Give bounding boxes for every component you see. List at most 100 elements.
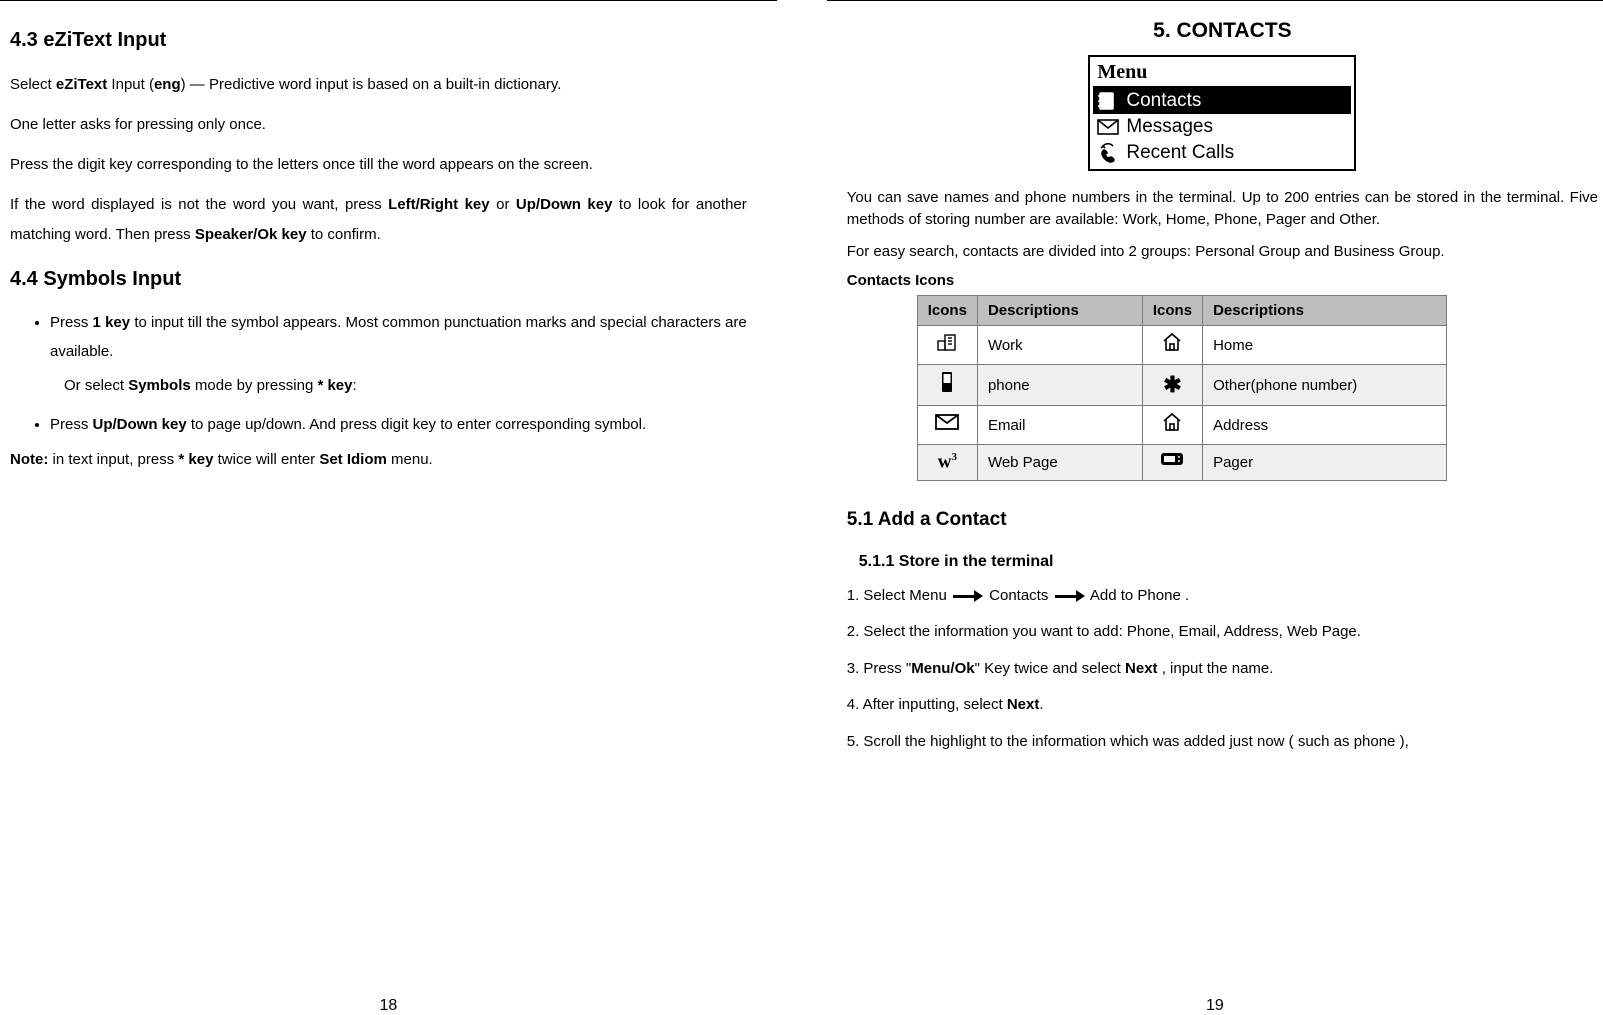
text-bold: Speaker/Ok key <box>195 226 307 243</box>
heading-4-4: 4.4 Symbols Input <box>10 268 747 291</box>
para-4-3-1: Select eZiText Input (eng) — Predictive … <box>10 70 747 100</box>
text: to page up/down. And press digit key to … <box>187 416 646 433</box>
phone-menu-label: Messages <box>1126 116 1213 138</box>
text: : <box>353 377 357 394</box>
text-bold: Up/Down key <box>93 416 187 433</box>
heading-4-3: 4.3 eZiText Input <box>10 29 747 52</box>
arrow-icon <box>1055 591 1085 601</box>
td-desc: Email <box>977 406 1142 445</box>
text-bold: Note: <box>10 451 48 468</box>
th-descriptions: Descriptions <box>1203 296 1447 326</box>
step-4: 4. After inputting, select Next. <box>847 694 1598 717</box>
text: to input till the symbol appears. Most c… <box>50 314 747 360</box>
phone-menu-screenshot: Menu Contacts Messages <box>1088 55 1356 171</box>
td-desc: Home <box>1203 326 1447 365</box>
td-desc: phone <box>977 365 1142 406</box>
para-intro-2: For easy search, contacts are divided in… <box>847 241 1598 263</box>
text: Select <box>10 76 56 93</box>
phone-menu-label: Recent Calls <box>1126 142 1234 164</box>
text-bold: Menu/Ok <box>911 660 974 677</box>
text: Press <box>50 314 93 331</box>
list-item: Press Up/Down key to page up/down. And p… <box>50 411 747 440</box>
step-1: 1. Select Menu Contacts Add to Phone . <box>847 585 1598 608</box>
text-bold: * key <box>178 451 213 468</box>
text: mode by pressing <box>191 377 318 394</box>
address-icon <box>1142 406 1202 445</box>
text-bold: * key <box>317 377 352 394</box>
email-icon <box>917 406 977 445</box>
td-desc: Work <box>977 326 1142 365</box>
arrow-icon <box>953 591 983 601</box>
phone-menu-item-recent-calls: Recent Calls <box>1093 140 1351 166</box>
web-page-icon: w3 <box>917 445 977 480</box>
page-right: 5. CONTACTS Menu Contacts Messages <box>827 0 1603 1015</box>
text-bold: Next <box>1125 660 1158 677</box>
text: ) — Predictive word input is based on a … <box>181 76 562 93</box>
para-4-3-3: Press the digit key corresponding to the… <box>10 150 747 180</box>
recent-calls-icon <box>1096 142 1120 164</box>
text: Press <box>50 416 93 433</box>
text: , input the name. <box>1158 660 1274 677</box>
text-bold: eZiText <box>56 76 107 93</box>
text: menu. <box>387 451 433 468</box>
text: in text input, press <box>48 451 178 468</box>
heading-chapter-5: 5. CONTACTS <box>847 19 1598 43</box>
text-bold: Set Idiom <box>319 451 387 468</box>
th-icons: Icons <box>917 296 977 326</box>
phone-menu-label: Contacts <box>1126 90 1201 112</box>
text: 1. Select Menu <box>847 587 947 604</box>
page-left: 4.3 eZiText Input Select eZiText Input (… <box>0 0 777 1015</box>
step-2: 2. Select the information you want to ad… <box>847 621 1598 644</box>
para-intro-1: You can save names and phone numbers in … <box>847 187 1598 231</box>
td-desc: Other(phone number) <box>1203 365 1447 406</box>
text: Contacts <box>989 587 1048 604</box>
text: Or select <box>64 377 128 394</box>
text: to confirm. <box>307 226 381 243</box>
text-bold: 1 key <box>93 314 131 331</box>
phone-icon <box>917 365 977 406</box>
td-desc: Address <box>1203 406 1447 445</box>
table-heading: Contacts Icons <box>847 272 1598 289</box>
envelope-icon <box>1096 116 1120 138</box>
step-5: 5. Scroll the highlight to the informati… <box>847 731 1598 754</box>
table-header-row: Icons Descriptions Icons Descriptions <box>917 296 1446 326</box>
bullet-list-4-4: Press 1 key to input till the symbol app… <box>50 309 747 439</box>
contacts-icon <box>1096 90 1120 112</box>
text: twice will enter <box>213 451 319 468</box>
text-bold: eng <box>154 76 181 93</box>
home-icon <box>1142 326 1202 365</box>
asterisk-icon: ✱ <box>1142 365 1202 406</box>
phone-menu-item-contacts: Contacts <box>1093 88 1351 114</box>
text: 4. After inputting, select <box>847 696 1007 713</box>
text-bold: Up/Down key <box>516 196 613 213</box>
table-row: w3 Web Page Pager <box>917 445 1446 480</box>
para-note: Note: in text input, press * key twice w… <box>10 449 747 471</box>
step-3: 3. Press "Menu/Ok" Key twice and select … <box>847 658 1598 681</box>
heading-5-1: 5.1 Add a Contact <box>847 509 1598 531</box>
text: Add to Phone . <box>1090 587 1189 604</box>
contacts-icons-table: Icons Descriptions Icons Descriptions Wo… <box>917 295 1447 480</box>
pager-icon <box>1142 445 1202 480</box>
page-number: 18 <box>0 997 777 1015</box>
text: If the word displayed is not the word yo… <box>10 196 388 213</box>
text-bold: Symbols <box>128 377 191 394</box>
table-row: phone ✱ Other(phone number) <box>917 365 1446 406</box>
td-desc: Web Page <box>977 445 1142 480</box>
page-number: 19 <box>827 997 1603 1015</box>
phone-menu-item-messages: Messages <box>1093 114 1351 140</box>
para-4-3-4: If the word displayed is not the word yo… <box>10 190 747 250</box>
text: 3. Press " <box>847 660 912 677</box>
text-bold: Left/Right key <box>388 196 490 213</box>
th-descriptions: Descriptions <box>977 296 1142 326</box>
table-row: Work Home <box>917 326 1446 365</box>
work-icon <box>917 326 977 365</box>
table-row: Email Address <box>917 406 1446 445</box>
th-icons: Icons <box>1142 296 1202 326</box>
td-desc: Pager <box>1203 445 1447 480</box>
phone-menu-title: Menu <box>1093 60 1351 88</box>
heading-5-1-1: 5.1.1 Store in the terminal <box>859 553 1598 571</box>
text: or <box>490 196 516 213</box>
para-4-3-2: One letter asks for pressing only once. <box>10 110 747 140</box>
text: " Key twice and select <box>975 660 1125 677</box>
list-item-sub: Or select Symbols mode by pressing * key… <box>64 372 747 401</box>
